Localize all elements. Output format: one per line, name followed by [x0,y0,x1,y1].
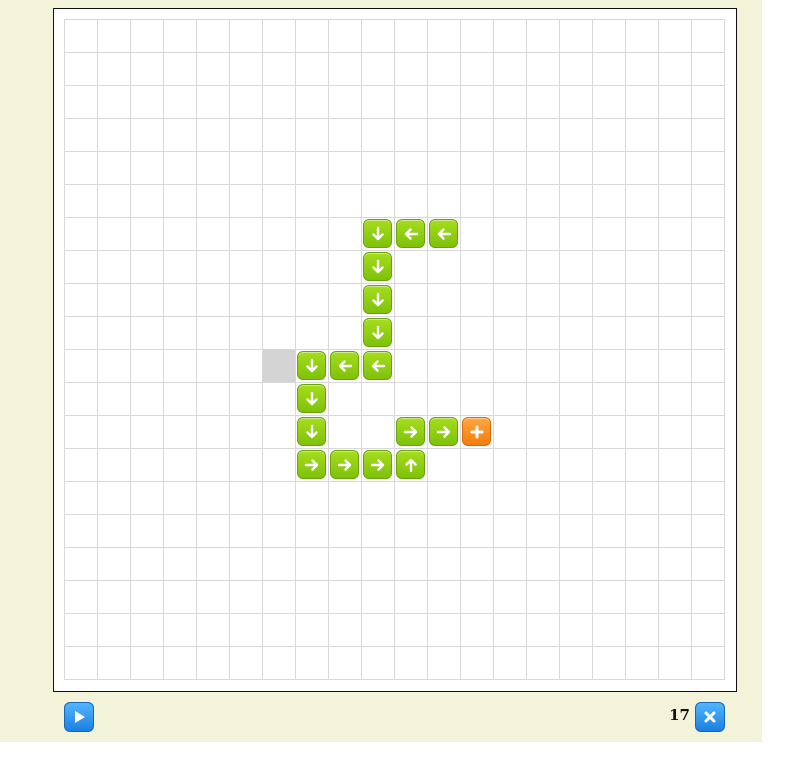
grid-line-horizontal [64,415,724,416]
grid-line-horizontal [64,118,724,119]
snake-segment-left [396,219,425,248]
arrow-down-icon [371,226,384,240]
grid-line-horizontal [64,547,724,548]
grid-line-horizontal [64,448,724,449]
grid-line-horizontal [64,151,724,152]
arrow-left-icon [371,359,385,372]
play-icon [75,711,85,723]
grid-line-horizontal [64,217,724,218]
grid-line-horizontal [64,349,724,350]
arrow-right-icon [337,458,351,471]
arrow-left-icon [437,227,451,240]
close-button[interactable] [695,702,725,732]
arrow-right-icon [370,458,384,471]
snake-segment-left [330,351,359,380]
snake-segment-down [297,351,326,380]
grid-line-horizontal [64,52,724,53]
snake-segment-down [297,384,326,413]
snake-segment-right [429,417,458,446]
grid-line-horizontal [64,481,724,482]
snake-segment-right [330,450,359,479]
grid-line-horizontal [64,184,724,185]
arrow-left-icon [338,359,352,372]
arrow-left-icon [404,227,418,240]
food-tile [462,417,491,446]
close-icon [704,711,716,723]
snake-segment-down [363,285,392,314]
snake-segment-down [363,318,392,347]
snake-segment-up [396,450,425,479]
snake-segment-left [363,351,392,380]
arrow-down-icon [305,391,318,405]
grid-line-horizontal [64,613,724,614]
play-button[interactable] [64,702,94,732]
game-grid [64,19,725,680]
plus-icon [470,425,483,438]
empty-cell [263,350,295,382]
score-counter: 17 [669,706,690,724]
snake-segment-down [363,219,392,248]
grid-line-horizontal [64,580,724,581]
grid-line-horizontal [64,514,724,515]
snake-segment-down [363,252,392,281]
snake-segment-down [297,417,326,446]
grid-line-horizontal [64,382,724,383]
arrow-right-icon [403,425,417,438]
snake-segment-right [396,417,425,446]
arrow-down-icon [371,325,384,339]
grid-line-horizontal [64,316,724,317]
game-container: 17 [0,0,762,742]
snake-segment-right [363,450,392,479]
grid-line-horizontal [64,283,724,284]
grid-line-horizontal [64,19,724,20]
arrow-right-icon [436,425,450,438]
arrow-down-icon [305,358,318,372]
arrow-down-icon [371,292,384,306]
game-board [53,8,737,692]
arrow-down-icon [371,259,384,273]
snake-segment-right [297,450,326,479]
grid-line-horizontal [64,85,724,86]
grid-line-horizontal [64,646,724,647]
arrow-right-icon [304,458,318,471]
arrow-down-icon [305,424,318,438]
snake-segment-left [429,219,458,248]
grid-line-horizontal [64,250,724,251]
arrow-up-icon [404,458,417,472]
